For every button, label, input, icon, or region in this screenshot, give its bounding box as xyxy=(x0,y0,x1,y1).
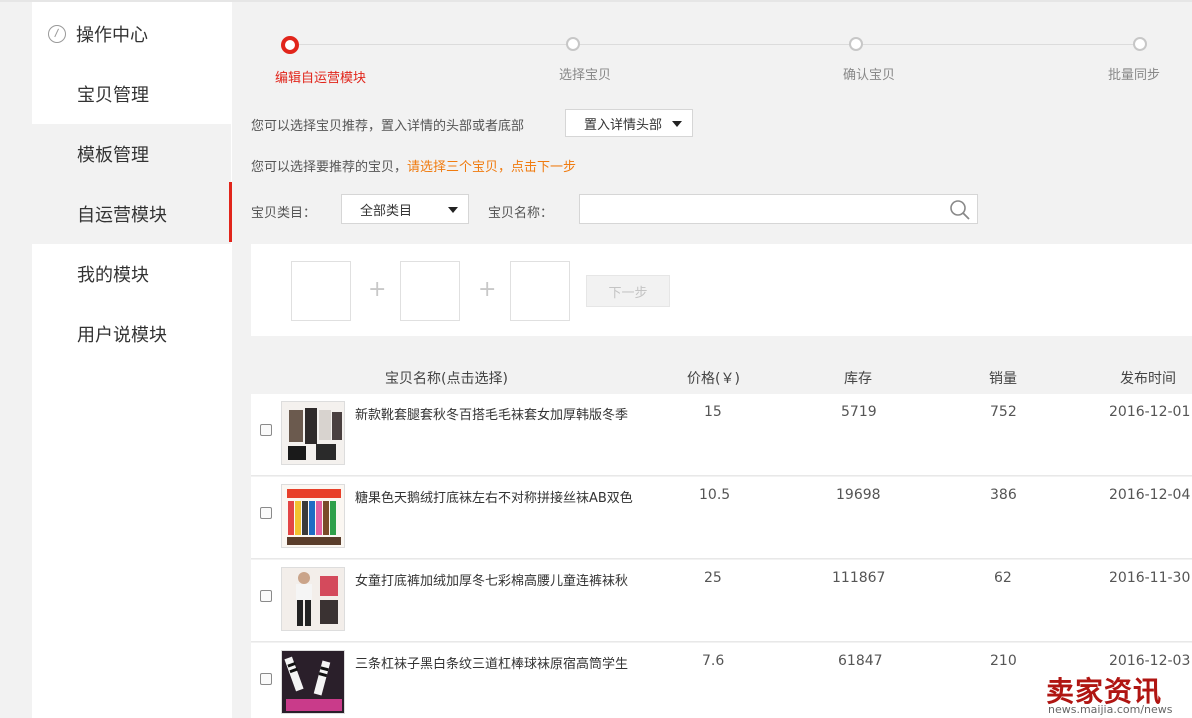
hint-text: 您可以选择要推荐的宝贝， xyxy=(251,160,408,175)
step-dot-1 xyxy=(281,36,299,54)
selected-slot-2[interactable] xyxy=(400,261,460,321)
stock-cell: 111867 xyxy=(832,570,886,586)
price-cell: 10.5 xyxy=(699,487,731,503)
watermark-url: news.maijia.com/news xyxy=(1048,703,1173,716)
sales-cell: 62 xyxy=(994,570,1012,586)
sidebar-item-label: 我的模块 xyxy=(77,265,149,286)
table-row[interactable]: 女童打底裤加绒加厚冬七彩棉高腰儿童连裤袜秋 25 111867 62 2016-… xyxy=(251,560,1192,642)
search-input[interactable] xyxy=(579,194,978,224)
sidebar-header[interactable]: 操作中心 xyxy=(32,4,231,64)
placement-select-value: 置入详情头部 xyxy=(584,117,663,133)
sidebar-item-label: 宝贝管理 xyxy=(77,85,149,106)
step-label-confirm: 确认宝贝 xyxy=(843,68,896,83)
sales-cell: 210 xyxy=(990,653,1017,669)
operation-center-icon xyxy=(48,25,66,43)
table-header: 宝贝名称(点击选择) 价格(￥) 库存 销量 发布时间 xyxy=(251,354,1192,394)
sidebar: 操作中心 宝贝管理 模板管理 自运营模块 我的模块 用户说模块 xyxy=(32,2,232,718)
sidebar-header-label: 操作中心 xyxy=(76,25,148,46)
row-checkbox[interactable] xyxy=(260,424,272,436)
step-dot-3 xyxy=(849,37,863,51)
next-step-button[interactable]: 下一步 xyxy=(586,275,670,307)
step-dot-4 xyxy=(1133,37,1147,51)
placement-select[interactable]: 置入详情头部 xyxy=(565,109,693,137)
selection-hint: 您可以选择要推荐的宝贝，请选择三个宝贝，点击下一步 xyxy=(251,156,576,175)
col-stock: 库存 xyxy=(844,371,872,387)
plus-sign: + xyxy=(478,277,497,302)
date-cell: 2016-11-30 xyxy=(1109,570,1191,586)
price-cell: 15 xyxy=(704,404,722,420)
date-cell: 2016-12-01 xyxy=(1109,404,1191,420)
sidebar-item-self-operation-module[interactable]: 自运营模块 xyxy=(32,184,231,244)
search-icon[interactable] xyxy=(949,199,971,221)
row-checkbox[interactable] xyxy=(260,507,272,519)
price-cell: 7.6 xyxy=(702,653,725,669)
sidebar-item-label: 自运营模块 xyxy=(77,205,167,226)
col-price: 价格(￥) xyxy=(687,371,740,387)
sidebar-item-user-says-module[interactable]: 用户说模块 xyxy=(32,304,231,364)
category-select-value: 全部类目 xyxy=(360,203,413,219)
sidebar-item-template-management[interactable]: 模板管理 xyxy=(32,124,231,184)
step-label-sync: 批量同步 xyxy=(1108,68,1161,83)
product-name[interactable]: 女童打底裤加绒加厚冬七彩棉高腰儿童连裤袜秋 xyxy=(355,570,641,589)
product-thumbnail[interactable] xyxy=(281,401,345,465)
date-cell: 2016-12-03 xyxy=(1109,653,1191,669)
col-date: 发布时间 xyxy=(1120,371,1176,387)
product-thumbnail[interactable] xyxy=(281,650,345,714)
sales-cell: 386 xyxy=(990,487,1017,503)
table-row[interactable]: 糖果色天鹅绒打底袜左右不对称拼接丝袜AB双色 10.5 19698 386 20… xyxy=(251,477,1192,559)
stock-cell: 19698 xyxy=(836,487,881,503)
progress-steps: 编辑自运营模块 选择宝贝 确认宝贝 批量同步 xyxy=(232,2,1192,102)
placement-text: 您可以选择宝贝推荐，置入详情的头部或者底部 xyxy=(251,119,525,134)
category-select[interactable]: 全部类目 xyxy=(341,194,469,224)
hint-highlight: 请选择三个宝贝，点击下一步 xyxy=(407,160,577,175)
sidebar-item-label: 用户说模块 xyxy=(77,325,167,346)
stock-cell: 61847 xyxy=(838,653,883,669)
chevron-down-icon xyxy=(448,207,458,213)
selected-items-panel: + + 下一步 xyxy=(251,244,1192,336)
sidebar-item-my-modules[interactable]: 我的模块 xyxy=(32,244,231,304)
product-name[interactable]: 糖果色天鹅绒打底袜左右不对称拼接丝袜AB双色 xyxy=(355,487,641,506)
step-label-edit: 编辑自运营模块 xyxy=(275,71,367,86)
row-checkbox[interactable] xyxy=(260,673,272,685)
step-label-select: 选择宝贝 xyxy=(559,68,612,83)
row-checkbox[interactable] xyxy=(260,590,272,602)
steps-track xyxy=(290,44,1140,45)
selected-slot-3[interactable] xyxy=(510,261,570,321)
category-label: 宝贝类目： xyxy=(251,206,317,221)
step-dot-2 xyxy=(566,37,580,51)
stock-cell: 5719 xyxy=(841,404,877,420)
sales-cell: 752 xyxy=(990,404,1017,420)
watermark-logo: 卖家资讯 news.maijia.com/news xyxy=(1046,670,1192,718)
col-name: 宝贝名称(点击选择) xyxy=(385,371,508,387)
selected-slot-1[interactable] xyxy=(291,261,351,321)
name-label: 宝贝名称： xyxy=(488,206,554,221)
sidebar-item-item-management[interactable]: 宝贝管理 xyxy=(32,64,231,124)
main-content: 编辑自运营模块 选择宝贝 确认宝贝 批量同步 您可以选择宝贝推荐，置入详情的头部… xyxy=(232,2,1192,718)
product-thumbnail[interactable] xyxy=(281,484,345,548)
price-cell: 25 xyxy=(704,570,722,586)
product-name[interactable]: 新款靴套腿套秋冬百搭毛毛袜套女加厚韩版冬季 xyxy=(355,404,641,423)
table-row[interactable]: 新款靴套腿套秋冬百搭毛毛袜套女加厚韩版冬季 15 5719 752 2016-1… xyxy=(251,394,1192,476)
product-name[interactable]: 三条杠袜子黑白条纹三道杠棒球袜原宿高筒学生 xyxy=(355,653,641,672)
product-thumbnail[interactable] xyxy=(281,567,345,631)
chevron-down-icon xyxy=(672,121,682,127)
sidebar-item-label: 模板管理 xyxy=(77,145,149,166)
date-cell: 2016-12-04 xyxy=(1109,487,1191,503)
plus-sign: + xyxy=(368,277,387,302)
col-sales: 销量 xyxy=(989,371,1017,387)
